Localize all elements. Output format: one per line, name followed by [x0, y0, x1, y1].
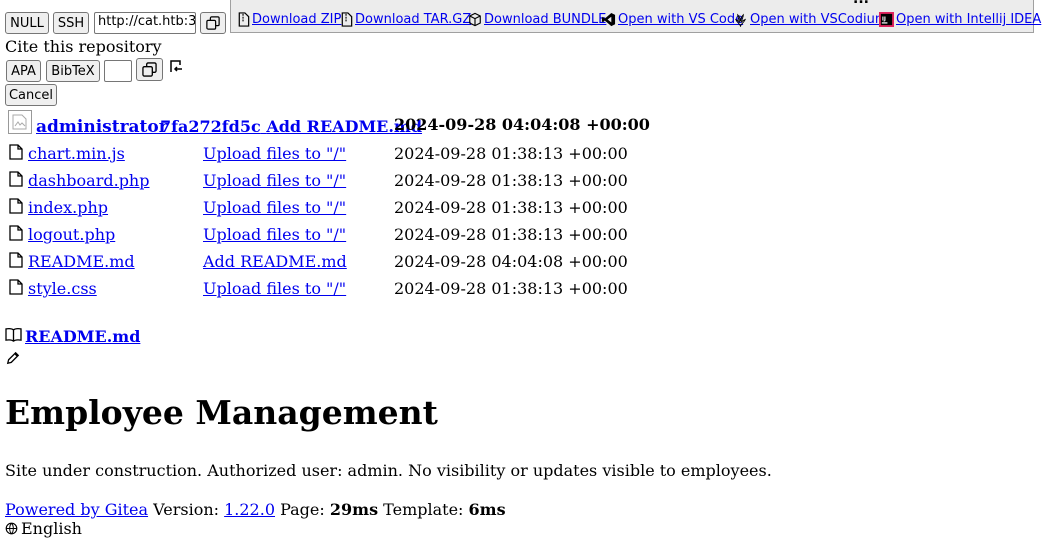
file-date: 2024-09-28 04:04:08 +00:00 [394, 252, 628, 271]
copy-citation-button[interactable] [136, 58, 163, 81]
template-time-label: Template: [383, 500, 464, 519]
language-label: English [21, 519, 82, 538]
file-zip-icon [341, 12, 353, 27]
file-date: 2024-09-28 01:38:13 +00:00 [394, 198, 628, 217]
copy-icon [206, 16, 220, 30]
file-date: 2024-09-28 01:38:13 +00:00 [394, 279, 628, 298]
version-label: Version: [153, 500, 220, 519]
vscodium-icon [735, 13, 746, 27]
download-bundle-link[interactable]: Download BUNDLE [468, 12, 606, 27]
file-commit-link[interactable]: Upload files to "/" [203, 225, 346, 244]
file-date: 2024-09-28 01:38:13 +00:00 [394, 225, 628, 244]
file-date: 2024-09-28 01:38:13 +00:00 [394, 171, 628, 190]
footer: Powered by Gitea Version: 1.22.0 Page: 2… [5, 500, 506, 519]
open-intellij-link[interactable]: IJ Open with Intellij IDEA [879, 12, 1041, 27]
clone-ssh-button[interactable]: SSH [53, 12, 89, 34]
file-icon [9, 171, 23, 191]
commit-date: 2024-09-28 04:04:08 +00:00 [394, 115, 650, 134]
cite-bibtex-button[interactable]: BibTeX [46, 60, 100, 82]
download-bundle-label[interactable]: Download BUNDLE [484, 12, 606, 27]
file-zip-icon [238, 12, 250, 27]
cite-title: Cite this repository [5, 37, 162, 56]
file-row: chart.min.js Upload files to "/" 2024-09… [0, 144, 700, 166]
file-name-link[interactable]: README.md [28, 252, 135, 271]
more-indicator: ... [853, 0, 869, 7]
package-icon [469, 12, 481, 27]
cite-apa-button[interactable]: APA [6, 60, 41, 82]
open-vscode-link[interactable]: Open with VS Code [601, 12, 743, 27]
file-row: README.md Add README.md 2024-09-28 04:04… [0, 252, 700, 274]
commit-author-link[interactable]: administrator [36, 117, 168, 137]
commit-link[interactable]: 7fa272fd5c Add README.md [160, 117, 422, 136]
file-row: dashboard.php Upload files to "/" 2024-0… [0, 171, 700, 193]
file-commit-link[interactable]: Upload files to "/" [203, 279, 346, 298]
download-zip-label[interactable]: Download ZIP [252, 12, 341, 27]
citation-text-input[interactable] [104, 60, 132, 82]
page-time-label: Page: [280, 500, 325, 519]
download-zip-link[interactable]: Download ZIP [237, 12, 341, 27]
readme-heading: Employee Management [5, 393, 438, 432]
download-targz-link[interactable]: Download TAR.GZ [340, 12, 471, 27]
file-date: 2024-09-28 01:38:13 +00:00 [394, 144, 628, 163]
file-icon [9, 198, 23, 218]
powered-by-link[interactable]: Powered by Gitea [5, 500, 148, 519]
cancel-button[interactable]: Cancel [5, 84, 57, 106]
open-intellij-label[interactable]: Open with Intellij IDEA [896, 12, 1041, 27]
intellij-icon: IJ [879, 12, 894, 27]
file-icon [9, 144, 23, 164]
copy-url-button[interactable] [200, 12, 226, 34]
file-commit-link[interactable]: Add README.md [203, 252, 347, 271]
clone-null-button[interactable]: NULL [5, 12, 49, 34]
version-link[interactable]: 1.22.0 [224, 500, 275, 519]
file-commit-link[interactable]: Upload files to "/" [203, 198, 346, 217]
globe-icon [5, 522, 18, 535]
page-time-value: 29ms [329, 500, 379, 519]
vscode-icon [601, 12, 616, 27]
download-targz-label[interactable]: Download TAR.GZ [355, 12, 471, 27]
open-vscodium-label[interactable]: Open with VSCodium [750, 12, 888, 27]
file-row: index.php Upload files to "/" 2024-09-28… [0, 198, 700, 220]
file-name-link[interactable]: style.css [28, 279, 97, 298]
open-vscodium-link[interactable]: Open with VSCodium [733, 12, 888, 27]
svg-text:IJ: IJ [882, 16, 886, 22]
copy-icon [142, 62, 157, 77]
file-name-link[interactable]: chart.min.js [28, 144, 125, 163]
template-time-value: 6ms [468, 500, 506, 519]
file-commit-link[interactable]: Upload files to "/" [203, 171, 346, 190]
file-name-link[interactable]: index.php [28, 198, 108, 217]
file-icon [9, 225, 23, 245]
readme-body: Site under construction. Authorized user… [5, 461, 772, 480]
file-commit-link[interactable]: Upload files to "/" [203, 144, 346, 163]
clone-url-input[interactable]: http://cat.htb:3000/administrator/Employ… [94, 12, 196, 34]
import-citation-icon[interactable] [168, 59, 184, 79]
commit-sha: 7fa272fd5c [160, 117, 261, 136]
download-menu: ... Download ZIP Download TAR.GZ Downloa… [230, 0, 1041, 33]
file-row: logout.php Upload files to "/" 2024-09-2… [0, 225, 700, 247]
file-icon [9, 252, 23, 272]
language-selector[interactable]: English [5, 519, 82, 538]
book-icon [5, 327, 22, 346]
open-vscode-label[interactable]: Open with VS Code [618, 12, 743, 27]
readme-file-link[interactable]: README.md [25, 327, 140, 346]
file-icon [9, 279, 23, 299]
edit-pencil-icon[interactable] [6, 350, 20, 369]
file-name-link[interactable]: logout.php [28, 225, 115, 244]
file-name-link[interactable]: dashboard.php [28, 171, 149, 190]
file-row: style.css Upload files to "/" 2024-09-28… [0, 279, 700, 301]
avatar[interactable] [8, 110, 32, 138]
